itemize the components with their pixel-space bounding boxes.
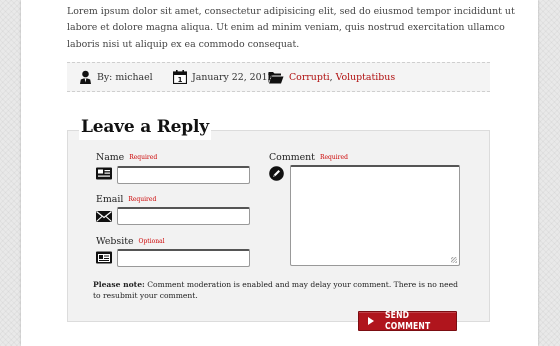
- moderation-note: Please note: Comment moderation is enabl…: [93, 279, 458, 301]
- meta-date: 1 January 22, 2012: [173, 63, 274, 91]
- meta-date-text: January 22, 2012: [192, 71, 274, 83]
- send-comment-label: SEND COMMENT: [385, 310, 431, 332]
- required-badge: Required: [319, 154, 348, 161]
- id-card-icon: [96, 165, 112, 180]
- name-label: Name Required: [96, 152, 157, 163]
- send-comment-button[interactable]: SEND COMMENT: [358, 310, 457, 332]
- category-separator: ,: [329, 71, 333, 83]
- comment-label: Comment Required: [269, 152, 348, 163]
- name-label-text: Name: [96, 152, 125, 163]
- reply-heading: Leave a Reply: [79, 114, 211, 140]
- category-link[interactable]: Corrupti: [289, 72, 330, 83]
- meta-author: By: michael: [79, 63, 153, 91]
- name-field[interactable]: [117, 166, 250, 184]
- category-link[interactable]: Voluptatibus: [336, 72, 396, 83]
- folder-icon: [268, 71, 289, 84]
- browser-card-icon: [96, 249, 112, 264]
- website-label: Website Optional: [96, 236, 165, 247]
- envelope-icon: [96, 207, 112, 222]
- resize-handle[interactable]: [451, 257, 457, 263]
- post-meta-bar: By: michael 1 January 22, 2012 Corrupti …: [67, 62, 490, 92]
- comment-textarea[interactable]: [290, 165, 460, 266]
- optional-badge: Optional: [138, 238, 165, 245]
- note-bold: Please note:: [93, 280, 145, 289]
- note-text: Comment moderation is enabled and may de…: [93, 280, 458, 300]
- email-field[interactable]: [117, 207, 250, 225]
- person-icon: [79, 70, 97, 84]
- comment-label-text: Comment: [269, 152, 315, 163]
- post-excerpt: Lorem ipsum dolor sit amet, consectetur …: [67, 6, 515, 50]
- website-label-text: Website: [96, 236, 134, 247]
- email-label: Email Required: [96, 194, 156, 205]
- calendar-icon: 1: [173, 70, 192, 84]
- email-label-text: Email: [96, 194, 124, 205]
- required-badge: Required: [129, 154, 158, 161]
- meta-author-text: By: michael: [97, 71, 153, 83]
- pen-icon: [269, 166, 284, 181]
- meta-categories: Corrupti , Voluptatibus: [268, 63, 395, 91]
- content-page: Lorem ipsum dolor sit amet, consectetur …: [21, 0, 538, 346]
- website-field[interactable]: [117, 249, 250, 267]
- required-badge: Required: [128, 196, 157, 203]
- svg-text:1: 1: [178, 76, 183, 84]
- play-arrow-icon: [368, 317, 374, 325]
